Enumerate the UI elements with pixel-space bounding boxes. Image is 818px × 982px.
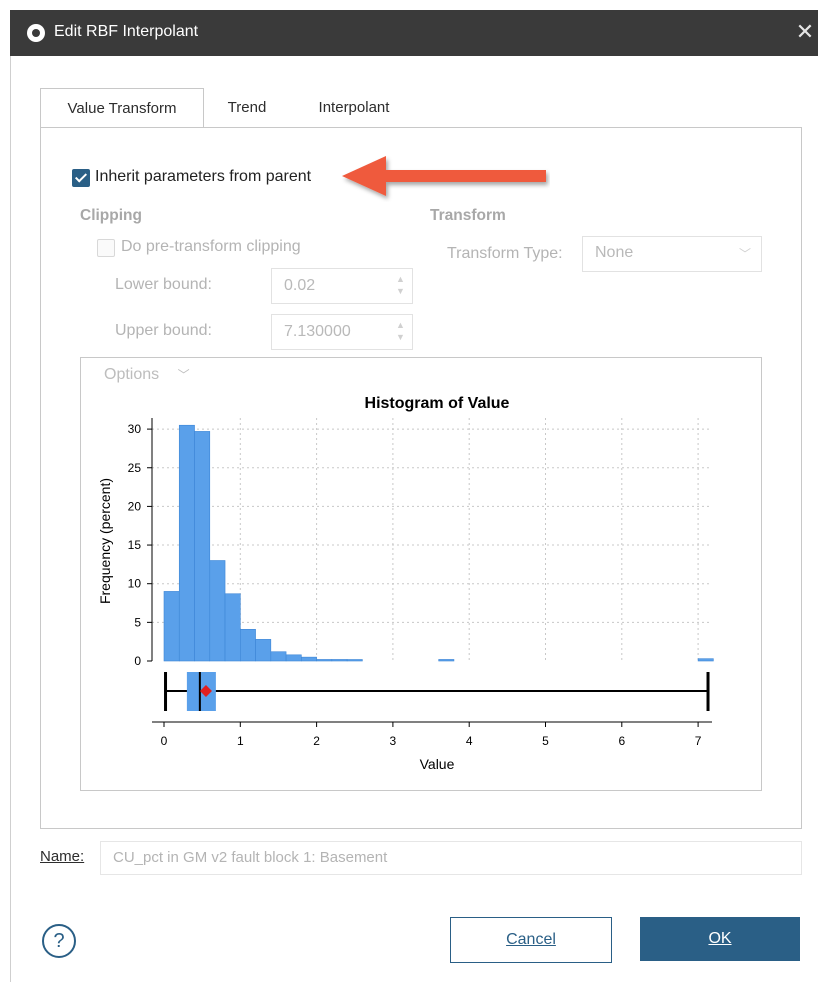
histogram-bar <box>163 591 180 662</box>
histogram-bar <box>697 658 714 662</box>
x-tick-label: 5 <box>542 734 549 748</box>
cancel-button[interactable]: Cancel <box>450 917 612 963</box>
x-tick-label: 7 <box>695 734 702 748</box>
y-axis-label: Frequency (percent) <box>97 478 113 604</box>
y-tick-label: 5 <box>134 615 141 629</box>
x-tick-label: 6 <box>618 734 625 748</box>
chart-title: Histogram of Value <box>365 395 510 412</box>
y-tick-label: 20 <box>128 499 142 513</box>
x-axis-label: Value <box>420 756 455 772</box>
boxplot <box>164 672 710 711</box>
y-tick-label: 15 <box>128 538 142 552</box>
ok-button[interactable]: OK <box>640 917 800 961</box>
x-tick-label: 0 <box>161 734 168 748</box>
histogram-bar <box>194 431 211 662</box>
histogram-bar <box>209 560 226 662</box>
y-tick-label: 30 <box>128 422 142 436</box>
name-field[interactable]: CU_pct in GM v2 fault block 1: Basement <box>100 841 802 875</box>
x-tick-label: 4 <box>466 734 473 748</box>
histogram-bar <box>316 659 333 662</box>
x-tick-label: 3 <box>390 734 397 748</box>
y-tick-label: 0 <box>134 654 141 668</box>
x-tick-label: 2 <box>313 734 320 748</box>
help-icon[interactable]: ? <box>42 924 76 958</box>
histogram-bar <box>255 639 272 662</box>
histogram-bar <box>240 629 256 662</box>
y-tick-label: 25 <box>128 461 142 475</box>
histogram-bars <box>163 424 714 662</box>
histogram-bar <box>301 656 317 662</box>
histogram-bar <box>346 659 363 662</box>
name-label: Name: <box>40 848 85 865</box>
name-value: CU_pct in GM v2 fault block 1: Basement <box>113 849 388 866</box>
x-tick-label: 1 <box>237 734 244 748</box>
histogram-bar <box>270 651 287 662</box>
histogram-bar <box>224 593 241 662</box>
histogram-bar <box>331 659 348 662</box>
histogram-bar <box>178 424 195 662</box>
histogram-bar <box>438 659 455 662</box>
histogram-bar <box>285 654 302 662</box>
histogram-chart: Histogram of Value Frequency (percent) V… <box>97 395 714 772</box>
y-tick-label: 10 <box>128 577 142 591</box>
